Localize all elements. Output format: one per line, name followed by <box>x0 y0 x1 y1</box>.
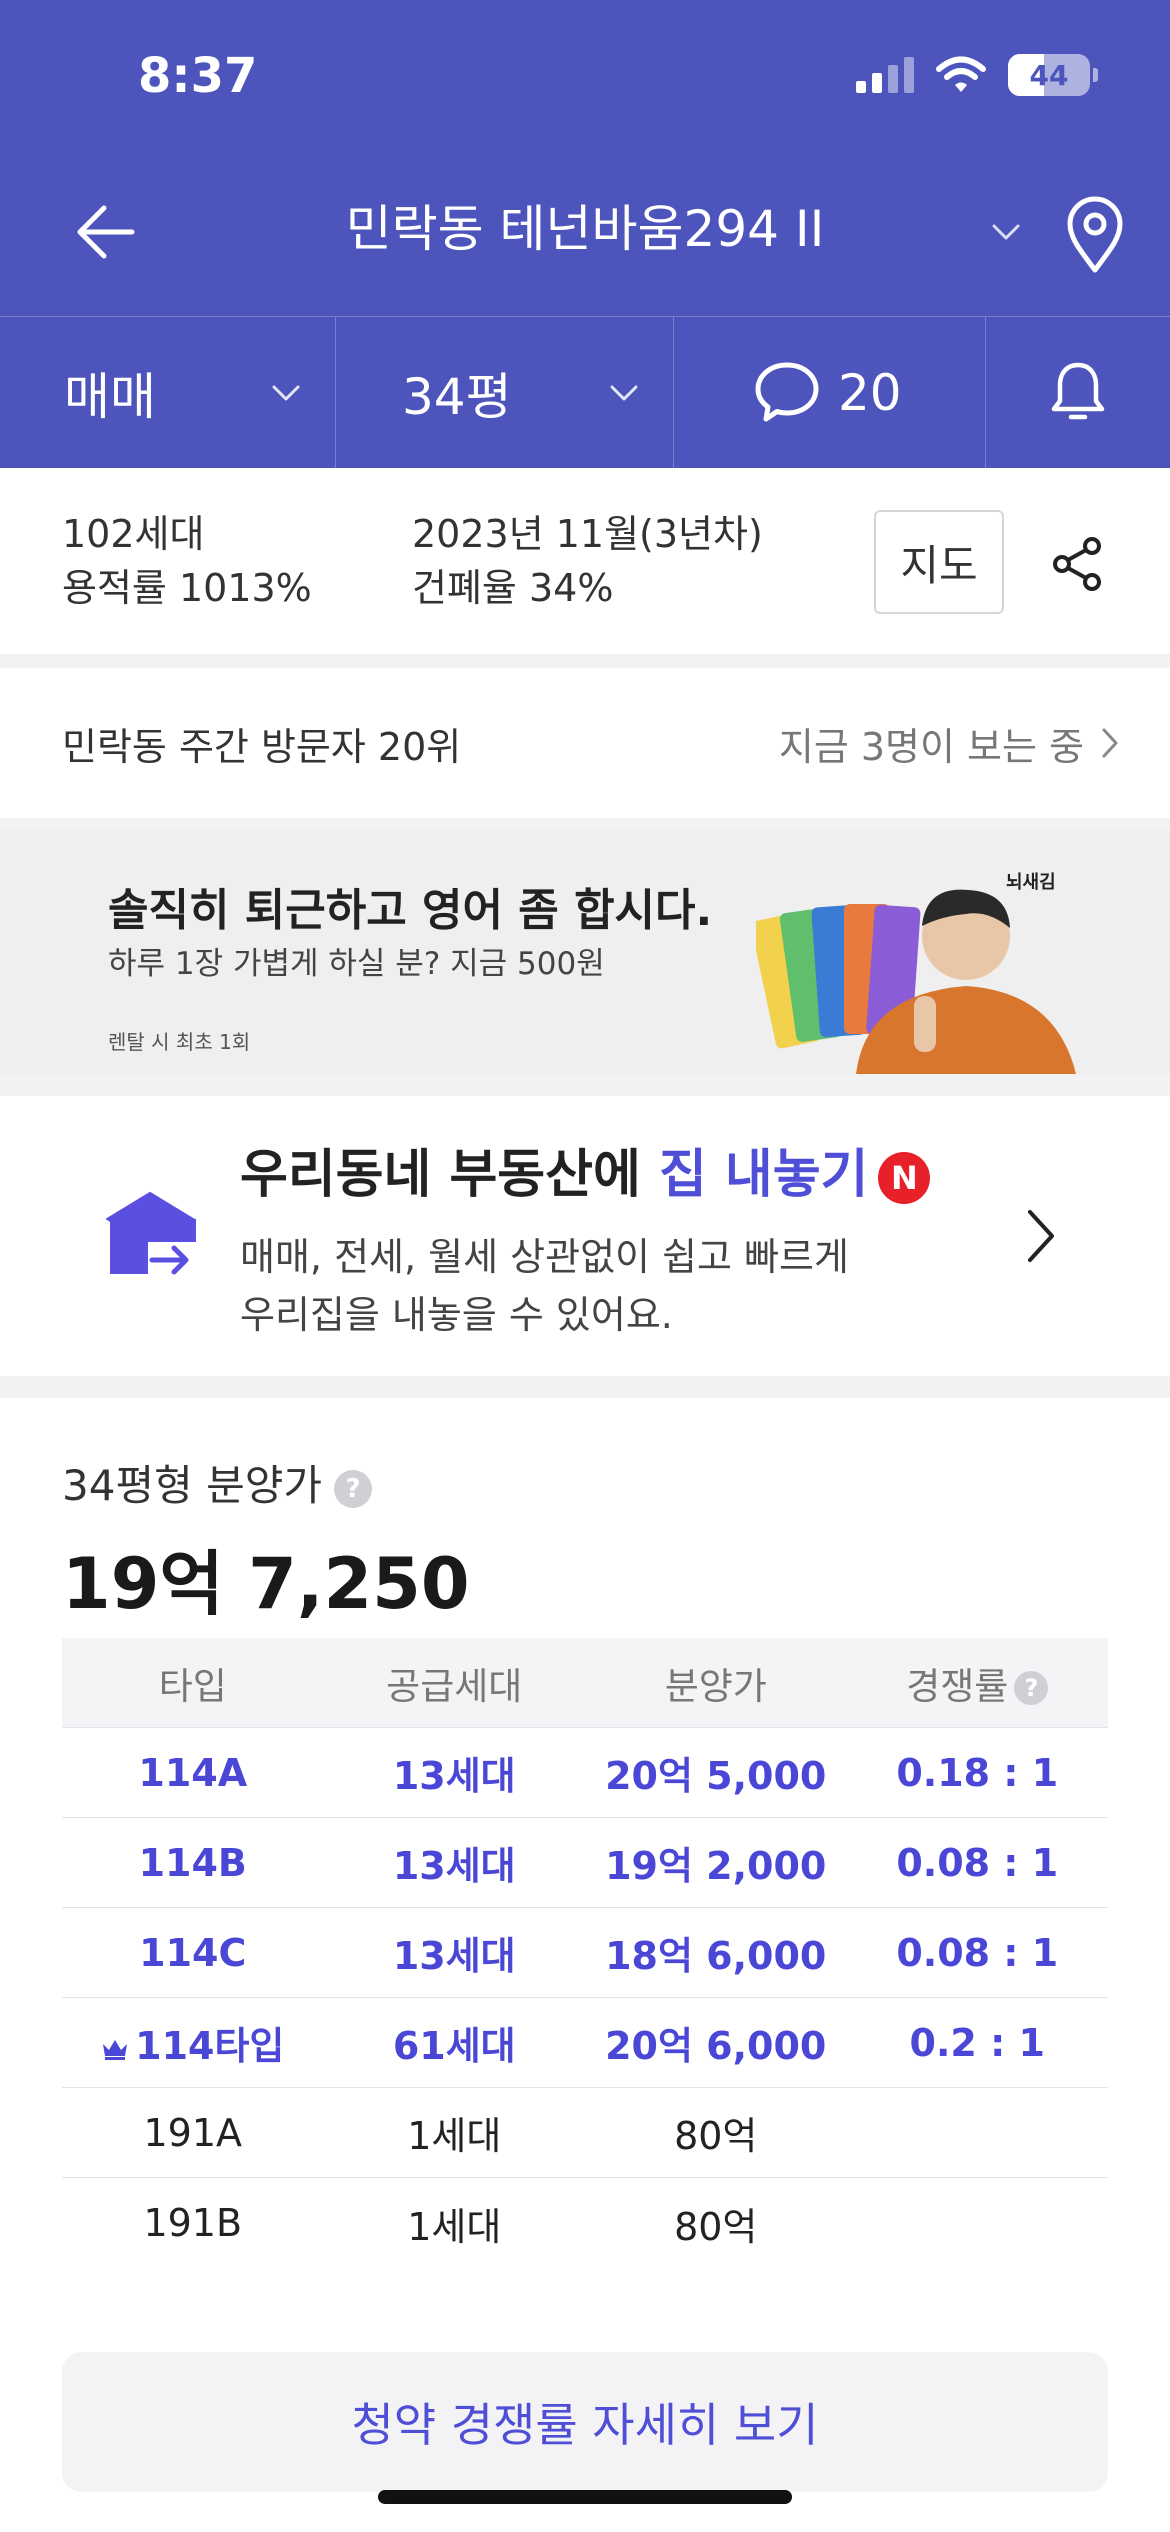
cell-type: 114C <box>139 1930 247 1975</box>
cell-supply: 13세대 <box>392 1754 516 1798</box>
chevron-down-icon <box>272 385 300 401</box>
price-value: 19억 7,250 <box>62 1543 470 1625</box>
ad-subtext: 하루 1장 가볍게 하실 분? 지금 500원 <box>108 946 605 982</box>
cell-supply: 13세대 <box>392 1934 516 1978</box>
visitor-rank: 민락동 주간 방문자 20위 <box>62 725 462 769</box>
table-row[interactable]: 114C 13세대 18억 6,000 0.08 : 1 <box>62 1908 1108 1998</box>
wifi-icon <box>936 56 986 92</box>
presale-table: 타입 공급세대 분양가 경쟁률? 114A 13세대 20억 5,000 0.1… <box>62 1638 1108 2268</box>
visitor-rank-row[interactable]: 민락동 주간 방문자 20위 지금 3명이 보는 중 <box>0 668 1170 818</box>
built-date: 2023년 11월(3년차) <box>412 512 763 556</box>
promo-desc-line2: 우리집을 내놓을 수 있어요. <box>240 1293 673 1337</box>
viewing-now: 지금 3명이 보는 중 <box>778 725 1084 769</box>
deal-type-select[interactable]: 매매 <box>0 317 336 469</box>
cell-competition: 0.2 : 1 <box>909 2020 1045 2065</box>
table-row[interactable]: 114A 13세대 20억 5,000 0.18 : 1 <box>62 1728 1108 1818</box>
presale-price-section: 34평형 분양가? 19억 7,250 타입 공급세대 분양가 경쟁률? 114… <box>0 1398 1170 2532</box>
cell-type-text: 114타입 <box>135 2024 285 2068</box>
cell-price: 18억 6,000 <box>605 1934 827 1978</box>
chevron-right-icon <box>1102 728 1118 758</box>
signal-icon <box>856 57 914 93</box>
chevron-right-icon <box>1028 1210 1054 1262</box>
title-bar: 민락동 테넌바움294 II <box>0 170 1170 290</box>
cell-supply: 61세대 <box>392 2024 516 2068</box>
location-pin-icon[interactable] <box>1060 192 1130 274</box>
notification-button[interactable] <box>986 317 1170 469</box>
bell-icon <box>1051 362 1105 420</box>
ad-image <box>756 889 1076 1074</box>
table-row[interactable]: 114B 13세대 19억 2,000 0.08 : 1 <box>62 1818 1108 1908</box>
header-type: 타입 <box>158 1664 227 1708</box>
status-bar: 8:37 44 <box>0 0 1170 150</box>
header-price: 분양가 <box>664 1664 767 1708</box>
ad-banner[interactable]: 솔직히 퇴근하고 영어 좀 합시다. 하루 1장 가볍게 하실 분? 지금 50… <box>0 830 1170 1074</box>
share-icon[interactable] <box>1048 534 1108 594</box>
promo-title-prefix: 우리동네 부동산에 <box>240 1145 659 1205</box>
ad-note: 렌탈 시 최초 1회 <box>108 1030 251 1054</box>
header-competition-text: 경쟁률 <box>906 1664 1009 1708</box>
comments-button[interactable]: 20 <box>674 317 986 469</box>
cell-supply: 13세대 <box>392 1844 516 1888</box>
cell-type: 114타입 <box>62 2015 324 2070</box>
chevron-down-icon <box>610 385 638 401</box>
ad-headline: 솔직히 퇴근하고 영어 좀 합시다. <box>108 885 713 936</box>
competition-detail-button[interactable]: 청약 경쟁률 자세히 보기 <box>62 2352 1108 2492</box>
battery-icon: 44 <box>1008 54 1098 96</box>
comments-count: 20 <box>838 364 902 422</box>
comment-bubble-icon <box>755 362 819 422</box>
table-header: 타입 공급세대 분양가 경쟁률? <box>62 1638 1108 1728</box>
cell-price: 80억 <box>674 2204 758 2249</box>
cell-price: 80억 <box>674 2114 758 2158</box>
price-label-text: 34평형 분양가 <box>62 1461 322 1510</box>
floor-area-ratio: 용적률 1013% <box>62 566 312 610</box>
size-select[interactable]: 34평 <box>336 317 674 469</box>
cell-supply: 1세대 <box>407 2114 502 2158</box>
house-upload-icon <box>103 1188 197 1275</box>
cell-price: 20억 5,000 <box>605 1754 827 1798</box>
help-icon[interactable]: ? <box>334 1469 372 1508</box>
cell-type: 114B <box>138 1840 247 1885</box>
cell-supply: 1세대 <box>407 2204 502 2249</box>
coverage-ratio: 건폐율 34% <box>412 566 614 610</box>
cell-price: 19억 2,000 <box>605 1844 827 1888</box>
chevron-down-icon[interactable] <box>986 212 1026 252</box>
list-property-banner[interactable]: 우리동네 부동산에 집 내놓기 N 매매, 전세, 월세 상관없이 쉽고 빠르게 … <box>0 1096 1170 1376</box>
header-supply: 공급세대 <box>386 1664 523 1708</box>
new-badge: N <box>878 1152 931 1204</box>
table-row[interactable]: 114타입 61세대 20억 6,000 0.2 : 1 <box>62 1998 1108 2088</box>
promo-title-highlight: 집 내놓기 <box>658 1145 869 1205</box>
cell-competition: 0.18 : 1 <box>896 1750 1059 1795</box>
app-header: 8:37 44 민락동 테넌바움294 II 매매 34평 20 <box>0 0 1170 469</box>
cell-type: 114A <box>138 1750 248 1795</box>
promo-desc-line1: 매매, 전세, 월세 상관없이 쉽고 빠르게 <box>240 1235 849 1279</box>
cell-type: 191B <box>143 2201 243 2245</box>
table-row[interactable]: 191B 1세대 80억 <box>62 2178 1108 2268</box>
cell-competition: 0.08 : 1 <box>896 1930 1059 1975</box>
price-label: 34평형 분양가? <box>62 1452 372 1513</box>
help-icon[interactable]: ? <box>1014 1671 1049 1705</box>
home-indicator[interactable] <box>378 2490 792 2504</box>
filter-bar: 매매 34평 20 <box>0 316 1170 469</box>
households: 102세대 <box>62 512 205 556</box>
status-icons: 44 <box>856 54 1098 96</box>
complex-info: 102세대 용적률 1013% 2023년 11월(3년차) 건폐율 34% 지… <box>0 468 1170 654</box>
map-button[interactable]: 지도 <box>874 510 1004 614</box>
table-row[interactable]: 191A 1세대 80억 <box>62 2088 1108 2178</box>
size-label: 34평 <box>402 368 512 426</box>
status-time: 8:37 <box>138 48 258 104</box>
cell-type: 191A <box>143 2110 243 2155</box>
cell-price: 20억 6,000 <box>605 2024 827 2068</box>
cell-competition: 0.08 : 1 <box>896 1840 1059 1885</box>
header-competition: 경쟁률? <box>847 1656 1109 1710</box>
crown-icon <box>103 2039 128 2060</box>
promo-title: 우리동네 부동산에 집 내놓기 N <box>240 1132 931 1207</box>
deal-type-label: 매매 <box>64 368 156 426</box>
battery-percent: 44 <box>1029 58 1069 92</box>
